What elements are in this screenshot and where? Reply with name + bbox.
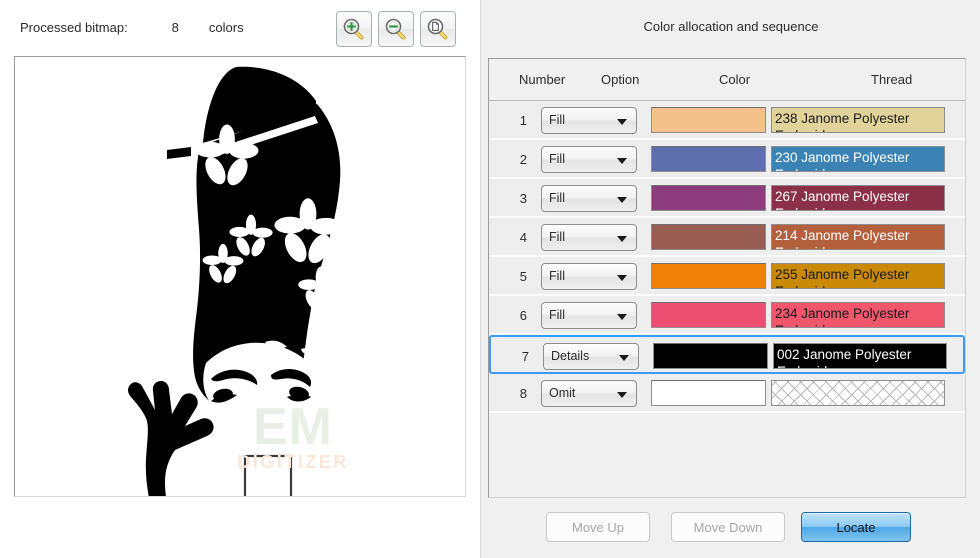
zoom-out-button[interactable] — [378, 11, 414, 47]
move-up-button[interactable]: Move Up — [546, 512, 650, 542]
zoom-out-icon — [384, 17, 408, 41]
thread-label-secondline: Embroidery — [777, 363, 846, 368]
thread-cell[interactable]: 238 Janome PolyesterEmbroidery — [771, 107, 945, 133]
option-dropdown-value: Fill — [549, 152, 565, 166]
thread-cell[interactable]: 002 Janome PolyesterEmbroidery — [773, 343, 947, 369]
thread-label: 214 Janome Polyester — [775, 228, 910, 243]
action-button-bar: Move Up Move Down Locate — [481, 512, 980, 558]
option-dropdown[interactable]: Fill — [541, 146, 637, 173]
option-dropdown-value: Fill — [549, 191, 565, 205]
zoom-in-button[interactable] — [336, 11, 372, 47]
table-row[interactable]: 6 Fill 234 Janome PolyesterEmbroidery — [489, 296, 965, 335]
option-dropdown-value: Fill — [549, 113, 565, 127]
table-row[interactable]: 3 Fill 267 Janome PolyesterEmbroidery — [489, 179, 965, 218]
table-row[interactable]: 5 Fill 255 Janome PolyesterEmbroidery — [489, 257, 965, 296]
color-swatch[interactable] — [653, 343, 768, 369]
thread-label: 002 Janome Polyester — [777, 347, 912, 362]
color-swatch[interactable] — [651, 380, 766, 406]
option-dropdown-value: Fill — [549, 308, 565, 322]
list-column-headers: Number Option Color Thread — [489, 59, 965, 101]
thread-cell[interactable]: 255 Janome PolyesterEmbroidery — [771, 263, 945, 289]
chevron-down-icon — [619, 355, 629, 361]
row-number: 1 — [519, 113, 527, 128]
chevron-down-icon — [617, 197, 627, 203]
zoom-fit-icon — [426, 17, 450, 41]
chevron-down-icon — [617, 392, 627, 398]
option-dropdown[interactable]: Details — [543, 343, 639, 370]
chevron-down-icon — [617, 275, 627, 281]
table-row[interactable]: 4 Fill 214 Janome PolyesterEmbroidery — [489, 218, 965, 257]
move-down-button[interactable]: Move Down — [671, 512, 785, 542]
table-row[interactable]: 7 Details 002 Janome PolyesterEmbroidery — [489, 335, 965, 374]
row-number: 3 — [519, 191, 527, 206]
color-swatch[interactable] — [651, 302, 766, 328]
thread-label: 267 Janome Polyester — [775, 189, 910, 204]
zoom-in-icon — [342, 17, 366, 41]
colors-word-label: colors — [208, 20, 244, 35]
option-dropdown-value: Details — [551, 349, 590, 363]
preview-pane: Processed bitmap: 8 colors EM DIGITIZER — [0, 0, 480, 558]
color-swatch[interactable] — [651, 185, 766, 211]
zoom-toolbar — [336, 11, 456, 47]
thread-label: 238 Janome Polyester — [775, 111, 910, 126]
color-swatch[interactable] — [651, 107, 766, 133]
processed-bitmap-label: Processed bitmap: — [20, 20, 128, 35]
color-swatch[interactable] — [651, 263, 766, 289]
column-header-thread: Thread — [871, 72, 913, 87]
row-number: 5 — [519, 269, 527, 284]
thread-label-secondline: Embroidery — [775, 127, 844, 132]
option-dropdown[interactable]: Fill — [541, 107, 637, 134]
column-header-number: Number — [519, 72, 566, 87]
chevron-down-icon — [617, 314, 627, 320]
thread-label: 234 Janome Polyester — [775, 306, 910, 321]
panel-title: Color allocation and sequence — [643, 19, 819, 34]
thread-cell[interactable]: 234 Janome PolyesterEmbroidery — [771, 302, 945, 328]
option-dropdown[interactable]: Fill — [541, 263, 637, 290]
color-swatch[interactable] — [651, 224, 766, 250]
chevron-down-icon — [617, 158, 627, 164]
thread-cell[interactable]: 230 Janome PolyesterEmbroidery — [771, 146, 945, 172]
option-dropdown[interactable]: Fill — [541, 224, 637, 251]
color-rows-container: 1Fill238 Janome PolyesterEmbroidery2Fill… — [489, 101, 965, 413]
table-row[interactable]: 8 Omit — [489, 374, 965, 413]
chevron-down-icon — [617, 119, 627, 125]
color-count-value: 8 — [171, 20, 179, 35]
thread-cell[interactable]: 267 Janome PolyesterEmbroidery — [771, 185, 945, 211]
table-row[interactable]: 1 Fill 238 Janome PolyesterEmbroidery — [489, 101, 965, 140]
thread-label-secondline: Embroidery — [775, 322, 844, 327]
column-header-option: Option — [601, 72, 640, 87]
color-allocation-window: Processed bitmap: 8 colors EM DIGITIZER … — [0, 0, 980, 558]
color-sequence-pane: Color allocation and sequence Number Opt… — [480, 0, 980, 558]
option-dropdown[interactable]: Fill — [541, 302, 637, 329]
thread-label: 255 Janome Polyester — [775, 267, 910, 282]
row-number: 6 — [519, 308, 527, 323]
thread-cell[interactable]: 214 Janome PolyesterEmbroidery — [771, 224, 945, 250]
processed-bitmap-artwork — [15, 57, 465, 496]
column-header-color: Color — [719, 72, 751, 87]
thread-label: 230 Janome Polyester — [775, 150, 910, 165]
thread-label-secondline: Embroidery — [775, 283, 844, 288]
chevron-down-icon — [617, 236, 627, 242]
option-dropdown-value: Fill — [549, 269, 565, 283]
option-dropdown-value: Omit — [549, 386, 576, 400]
option-dropdown[interactable]: Fill — [541, 185, 637, 212]
thread-cell[interactable] — [771, 380, 945, 406]
table-row[interactable]: 2 Fill 230 Janome PolyesterEmbroidery — [489, 140, 965, 179]
zoom-fit-button[interactable] — [420, 11, 456, 47]
row-number: 8 — [519, 386, 527, 401]
option-dropdown-value: Fill — [549, 230, 565, 244]
row-number: 2 — [519, 152, 527, 167]
thread-label-secondline: Embroidery — [775, 244, 844, 249]
row-number: 7 — [521, 349, 529, 364]
bitmap-preview-canvas[interactable]: EM DIGITIZER — [14, 56, 466, 497]
locate-button[interactable]: Locate — [801, 512, 911, 542]
thread-label-secondline: Embroidery — [775, 166, 844, 171]
row-number: 4 — [519, 230, 527, 245]
color-sequence-list: Number Option Color Thread 1 Fill 238 Jano… — [488, 58, 966, 498]
color-swatch[interactable] — [651, 146, 766, 172]
option-dropdown[interactable]: Omit — [541, 380, 637, 407]
processed-bitmap-info: Processed bitmap: 8 colors — [20, 20, 244, 35]
thread-label-secondline: Embroidery — [775, 205, 844, 210]
